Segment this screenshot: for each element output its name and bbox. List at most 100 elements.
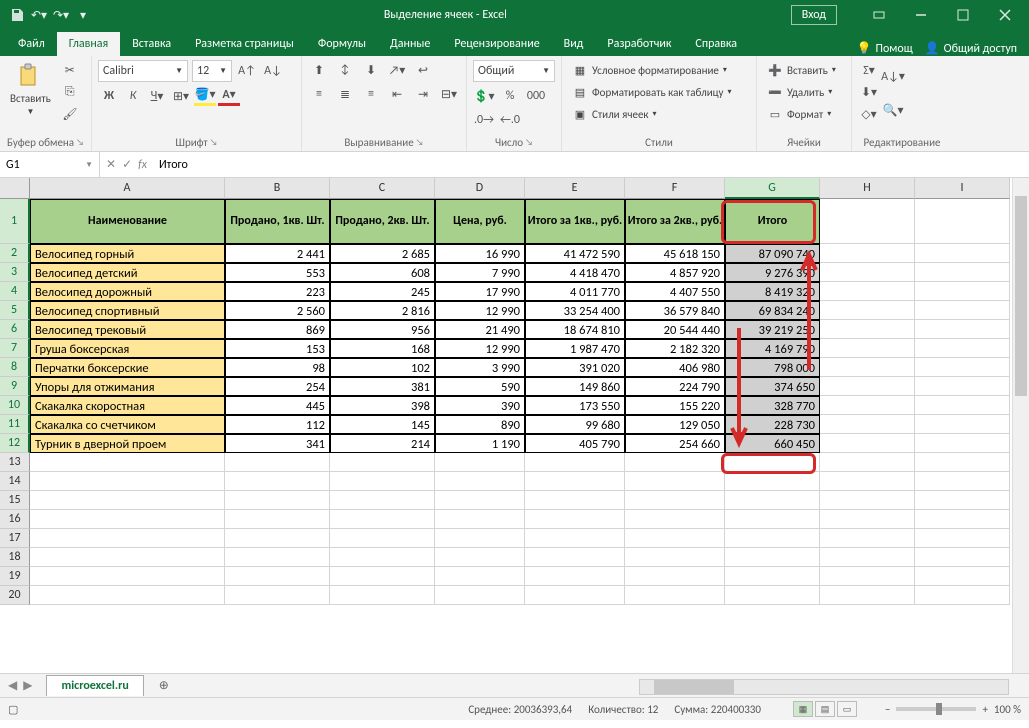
row-header[interactable]: 10 [0, 396, 30, 415]
table-cell-data[interactable]: 112 [225, 415, 330, 434]
conditional-formatting-button[interactable]: ▦Условное форматирование▾ [568, 60, 750, 80]
row-header[interactable]: 17 [0, 529, 30, 548]
page-break-view-icon[interactable]: ▭ [837, 701, 857, 717]
tab-help[interactable]: Справка [683, 32, 749, 56]
dialog-launcher-icon[interactable]: ↘ [416, 137, 424, 148]
table-cell-data[interactable]: 608 [330, 263, 435, 282]
zoom-in-icon[interactable]: + [982, 703, 987, 716]
normal-view-icon[interactable]: ▦ [793, 701, 813, 717]
table-cell-data[interactable]: 328 770 [725, 396, 820, 415]
table-cell-data[interactable]: 1 987 470 [525, 339, 625, 358]
cut-icon[interactable]: ✂ [59, 60, 81, 80]
inc-decimal-icon[interactable]: .0→ [473, 110, 495, 130]
currency-icon[interactable]: 💲▾ [473, 86, 495, 106]
ribbon-options-icon[interactable] [859, 1, 899, 29]
col-header[interactable]: C [330, 178, 435, 199]
align-right-icon[interactable]: ≡ [360, 84, 382, 104]
row-header[interactable]: 12 [0, 434, 30, 453]
table-header-cell[interactable]: Цена, руб. [435, 199, 525, 244]
table-cell-data[interactable]: 9 276 390 [725, 263, 820, 282]
tab-data[interactable]: Данные [378, 32, 442, 56]
table-cell-data[interactable]: 33 254 400 [525, 301, 625, 320]
row-header[interactable]: 16 [0, 510, 30, 529]
tab-layout[interactable]: Разметка страницы [183, 32, 306, 56]
row-header[interactable]: 1 [0, 199, 30, 244]
table-cell-data[interactable]: 660 450 [725, 434, 820, 453]
sheet-nav-prev-icon[interactable]: ◀ [8, 678, 17, 693]
row-header[interactable]: 8 [0, 358, 30, 377]
row-header[interactable]: 6 [0, 320, 30, 339]
sheet-nav-next-icon[interactable]: ▶ [23, 678, 32, 693]
table-cell-data[interactable]: 223 [225, 282, 330, 301]
table-cell-data[interactable]: 7 990 [435, 263, 525, 282]
save-icon[interactable] [8, 6, 26, 24]
autosum-icon[interactable]: Σ▾ [858, 60, 880, 80]
table-cell-data[interactable]: 2 182 320 [625, 339, 725, 358]
row-header[interactable]: 18 [0, 548, 30, 567]
table-cell-data[interactable]: 173 550 [525, 396, 625, 415]
undo-icon[interactable]: ↶▾ [30, 6, 48, 24]
table-cell-name[interactable]: Велосипед спортивный [30, 301, 225, 320]
tell-me[interactable]: 💡Помощ [857, 41, 913, 56]
dec-decimal-icon[interactable]: ←.0 [499, 110, 521, 130]
col-header[interactable]: D [435, 178, 525, 199]
dialog-launcher-icon[interactable]: ↘ [525, 137, 533, 148]
zoom-out-icon[interactable]: − [885, 703, 890, 716]
table-cell-name[interactable]: Упоры для отжимания [30, 377, 225, 396]
table-cell-data[interactable]: 590 [435, 377, 525, 396]
horizontal-scrollbar[interactable] [639, 679, 1009, 695]
signin-button[interactable]: Вход [791, 5, 837, 25]
sort-filter-icon[interactable]: A↓▾ [882, 60, 904, 92]
table-cell-data[interactable]: 374 650 [725, 377, 820, 396]
sheet-tab-active[interactable]: microexcel.ru [46, 675, 143, 696]
table-header-cell[interactable]: Итого за 2кв., руб. [625, 199, 725, 244]
row-header[interactable]: 11 [0, 415, 30, 434]
row-header[interactable]: 2 [0, 244, 30, 263]
cell-styles-button[interactable]: ▣Стили ячеек▾ [568, 104, 750, 124]
enter-formula-icon[interactable]: ✓ [122, 157, 132, 172]
align-center-icon[interactable]: ≣ [334, 84, 356, 104]
table-cell-data[interactable]: 390 [435, 396, 525, 415]
table-cell-data[interactable]: 16 990 [435, 244, 525, 263]
format-cells-button[interactable]: ▭Формат▾ [763, 104, 845, 124]
tab-view[interactable]: Вид [552, 32, 596, 56]
col-header[interactable]: F [625, 178, 725, 199]
table-header-cell[interactable]: Итого за 1кв., руб. [525, 199, 625, 244]
table-cell-data[interactable]: 21 490 [435, 320, 525, 339]
font-size-select[interactable]: 12▼ [192, 60, 232, 82]
tab-developer[interactable]: Разработчик [595, 32, 683, 56]
font-name-select[interactable]: Calibri▼ [98, 60, 188, 82]
clear-icon[interactable]: ◇▾ [858, 104, 880, 124]
border-icon[interactable]: ⊞▾ [170, 86, 192, 106]
delete-cells-button[interactable]: ➖Удалить▾ [763, 82, 845, 102]
table-cell-name[interactable]: Велосипед горный [30, 244, 225, 263]
table-cell-name[interactable]: Велосипед детский [30, 263, 225, 282]
bold-button[interactable]: Ж [98, 86, 120, 106]
align-middle-icon[interactable]: ↕ [334, 60, 356, 80]
row-header[interactable]: 20 [0, 586, 30, 605]
table-cell-name[interactable]: Скакалка скоростная [30, 396, 225, 415]
percent-icon[interactable]: % [499, 86, 521, 106]
align-left-icon[interactable]: ≡ [308, 84, 330, 104]
tab-file[interactable]: Файл [6, 32, 57, 56]
col-header[interactable]: I [915, 178, 1010, 199]
table-cell-data[interactable]: 39 219 250 [725, 320, 820, 339]
table-cell-data[interactable]: 99 680 [525, 415, 625, 434]
fx-icon[interactable]: fx [138, 158, 147, 172]
page-layout-view-icon[interactable]: ▤ [815, 701, 835, 717]
share-button[interactable]: 👤Общий доступ [925, 41, 1017, 56]
table-cell-data[interactable]: 798 000 [725, 358, 820, 377]
record-macro-icon[interactable]: ▢ [8, 703, 18, 716]
fill-icon[interactable]: ⬇▾ [858, 82, 880, 102]
table-cell-data[interactable]: 405 790 [525, 434, 625, 453]
decrease-font-icon[interactable]: A↓ [262, 61, 284, 81]
table-cell-data[interactable]: 254 [225, 377, 330, 396]
table-header-cell[interactable]: Продано, 1кв. Шт. [225, 199, 330, 244]
fill-color-icon[interactable]: 🪣▾ [194, 86, 216, 106]
add-sheet-icon[interactable]: ⊕ [154, 676, 174, 696]
table-cell-data[interactable]: 406 980 [625, 358, 725, 377]
table-cell-data[interactable]: 254 660 [625, 434, 725, 453]
row-header[interactable]: 14 [0, 472, 30, 491]
col-header[interactable]: E [525, 178, 625, 199]
table-cell-data[interactable]: 381 [330, 377, 435, 396]
